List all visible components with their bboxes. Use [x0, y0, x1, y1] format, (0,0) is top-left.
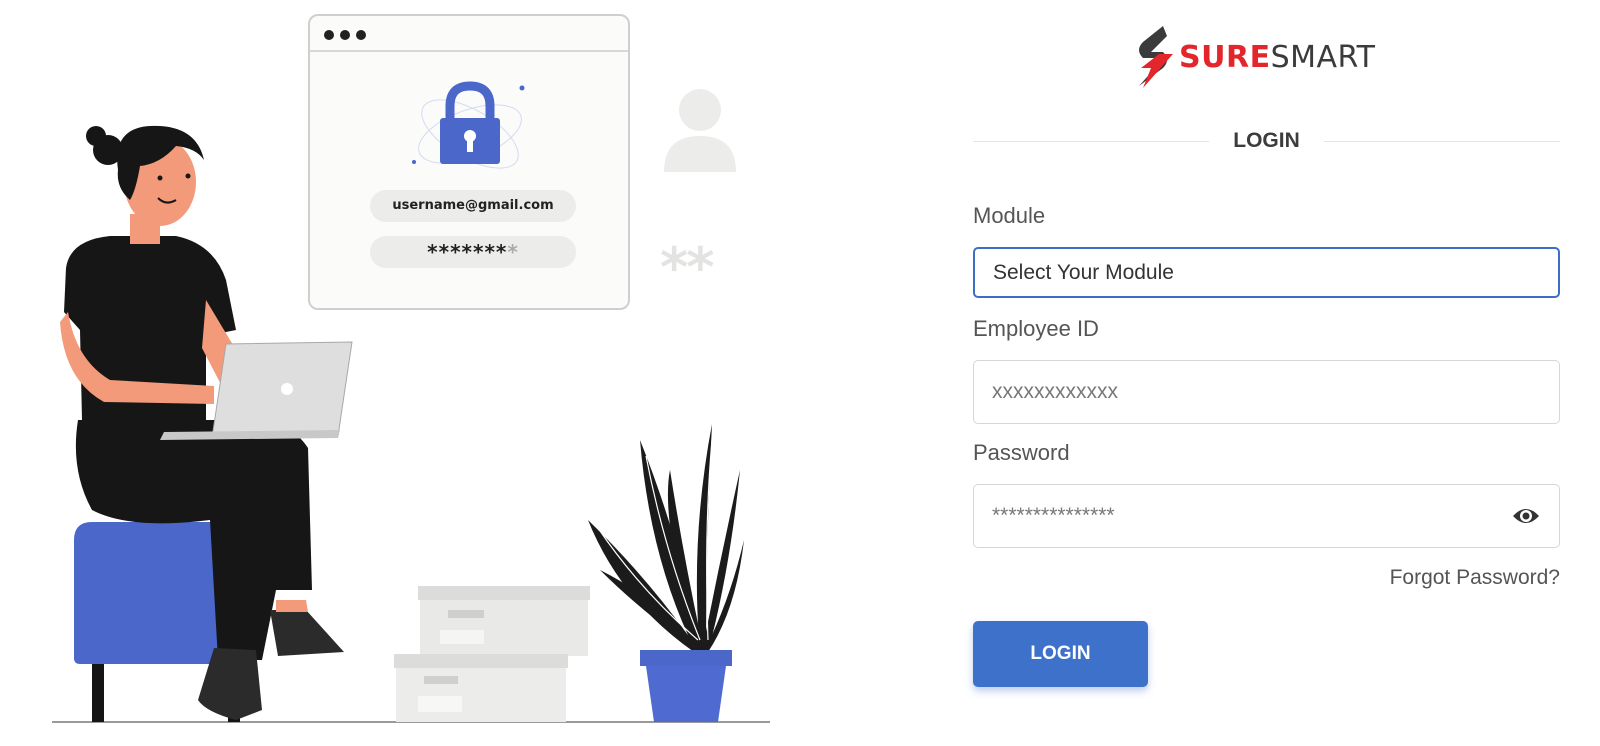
card-password: ********: [370, 236, 576, 268]
employee-id-placeholder: xxxxxxxxxxxx: [992, 380, 1118, 403]
forgot-password-link[interactable]: Forgot Password?: [1390, 566, 1560, 590]
login-heading: LOGIN: [1233, 129, 1300, 152]
login-browser-card: username@gmail.com ********: [308, 14, 630, 310]
suresmart-logo: SURE SMART: [1133, 22, 1403, 92]
login-illustration: username@gmail.com ******** **: [0, 0, 780, 746]
window-dots: [324, 30, 366, 40]
module-select-value: Select Your Module: [993, 260, 1174, 284]
password-label: Password: [973, 440, 1070, 465]
logo-text-sure: SURE: [1179, 39, 1271, 75]
card-password-faded: *: [507, 240, 519, 264]
employee-id-input[interactable]: xxxxxxxxxxxx: [973, 360, 1560, 424]
ghost-password-stars: **: [660, 236, 715, 299]
login-panel: SURE SMART LOGIN Module Select Your Modul…: [973, 0, 1560, 746]
password-input[interactable]: ***************: [973, 484, 1560, 548]
employee-id-label: Employee ID: [973, 316, 1099, 341]
card-password-dark: *******: [427, 240, 508, 264]
padlock-icon: [412, 81, 525, 169]
module-label: Module: [973, 203, 1046, 228]
login-button[interactable]: LOGIN: [973, 621, 1148, 687]
card-username: username@gmail.com: [370, 190, 576, 222]
eye-icon[interactable]: [1511, 504, 1541, 528]
password-value: ***************: [992, 504, 1115, 527]
user-silhouette-icon: [664, 89, 736, 172]
login-heading-divider: LOGIN: [973, 126, 1560, 156]
module-select[interactable]: Select Your Module: [973, 247, 1560, 298]
logo-s-mark-icon: [1139, 26, 1173, 88]
logo-text-smart: SMART: [1270, 39, 1376, 75]
